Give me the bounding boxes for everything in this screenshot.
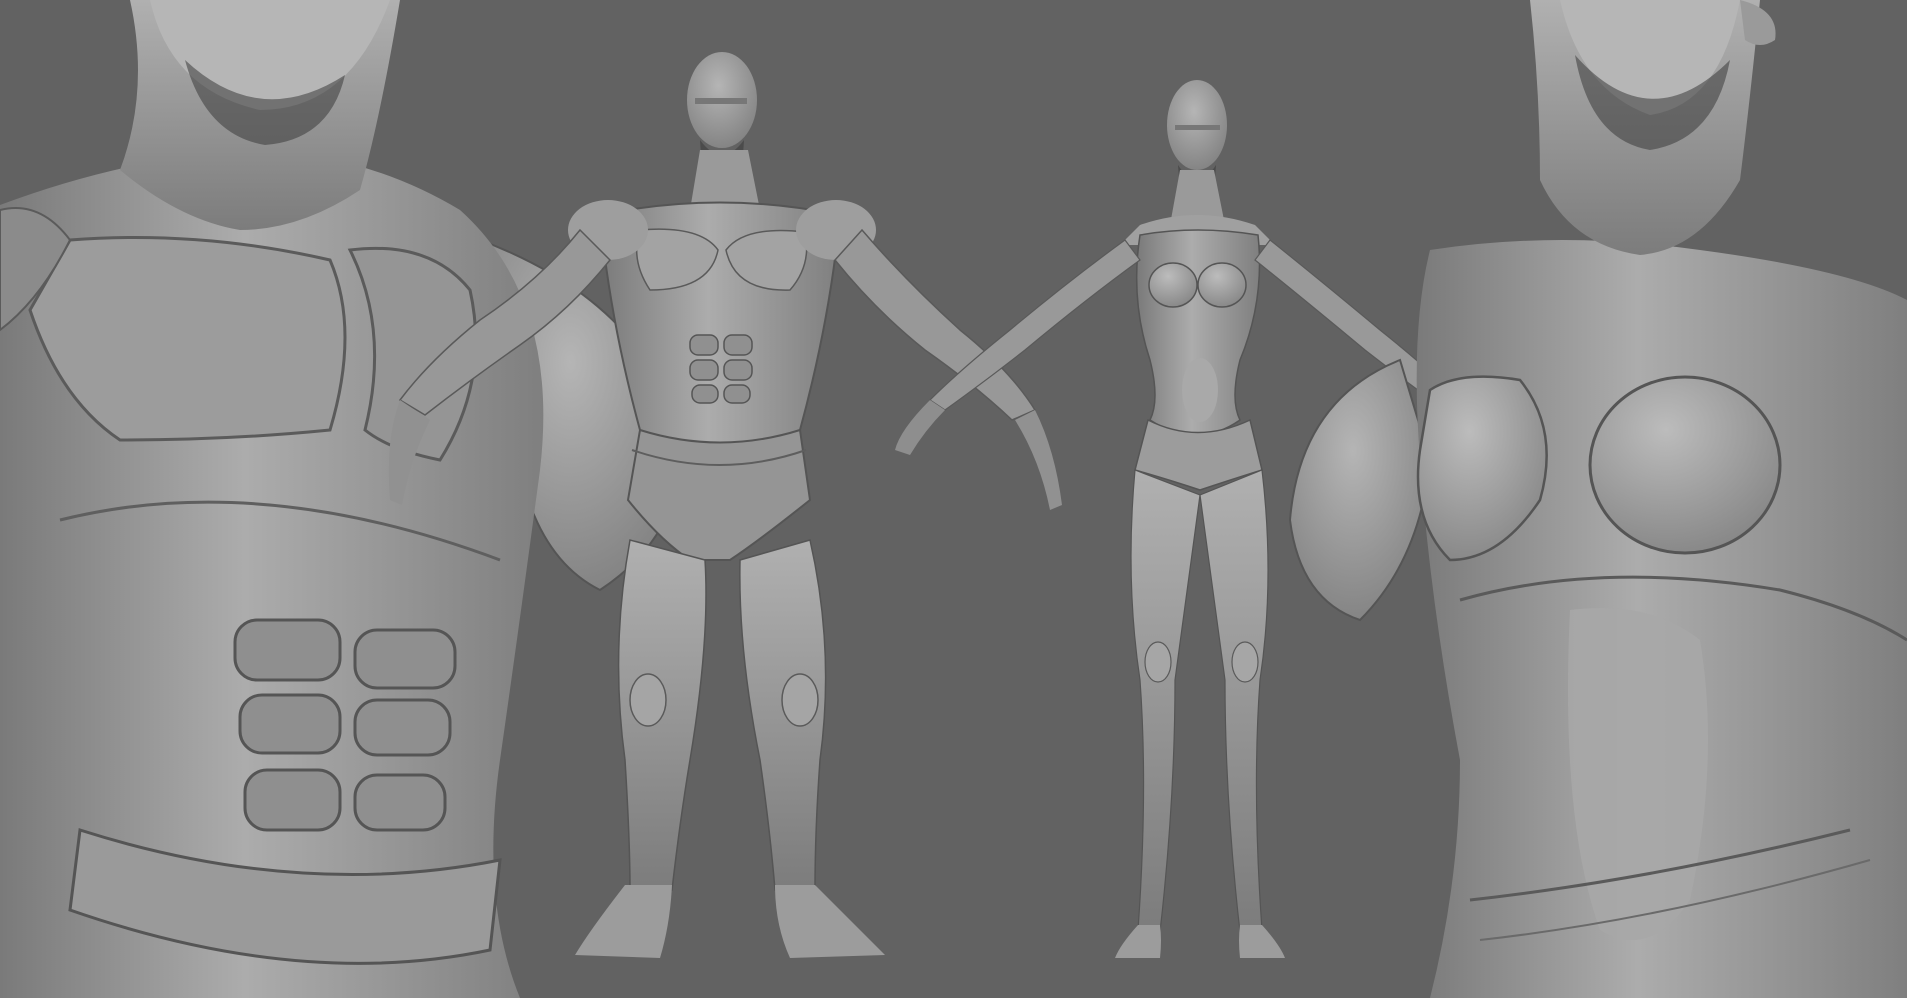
sculpt-render-scene — [0, 0, 1907, 998]
